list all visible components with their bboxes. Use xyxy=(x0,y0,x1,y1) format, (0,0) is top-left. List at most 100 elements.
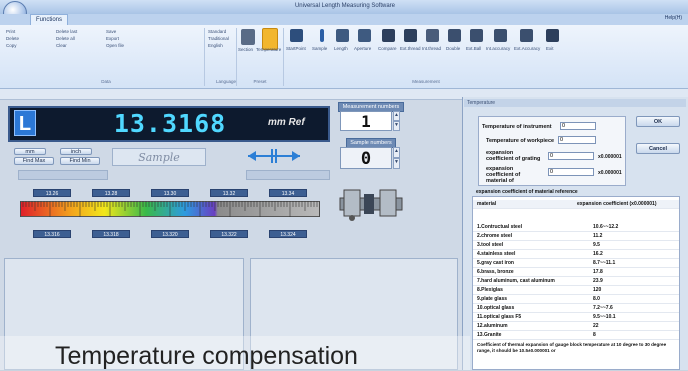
aperture-icon[interactable] xyxy=(358,29,371,42)
int-thread-icon[interactable] xyxy=(426,29,439,42)
copy-button[interactable]: Copy xyxy=(6,43,17,49)
double-label: Double xyxy=(446,46,461,51)
measuring-instrument-image xyxy=(339,189,403,221)
startpoint-label: StartPoint xyxy=(286,46,306,51)
find-max-button[interactable]: Find Max xyxy=(14,157,54,165)
table-row[interactable]: 9.plate glass 8.0 xyxy=(473,295,679,304)
ribbon-group-measurement: StartPoint Sample Length Aperture Compar… xyxy=(286,29,586,84)
readout-unit: mm Ref xyxy=(268,117,305,128)
lang-traditional-button[interactable]: Traditional xyxy=(208,36,229,42)
table-row[interactable]: 8.Plexiglas 120 xyxy=(473,286,679,295)
help-menu[interactable]: Help(H) xyxy=(665,15,682,21)
scale-bottom-label: 13.318 xyxy=(92,230,130,238)
ribbon-separator xyxy=(283,28,284,86)
scale-top-label: 13.34 xyxy=(269,189,307,197)
header-material: material xyxy=(477,201,497,207)
caliper-arrows-icon xyxy=(248,149,300,163)
ext-accuracy-icon[interactable] xyxy=(520,29,533,42)
window-title: Universal Length Measuring Software xyxy=(294,3,396,9)
table-row[interactable]: 6.brass, bronze 17.8 xyxy=(473,268,679,277)
length-icon[interactable] xyxy=(336,29,349,42)
material-cell: 11.optical glass F5 xyxy=(477,314,522,320)
length-label: Length xyxy=(334,46,348,51)
coefficient-cell: 8.7~~11.1 xyxy=(593,260,616,266)
scale-bottom-label: 13.322 xyxy=(210,230,248,238)
mm-button[interactable]: mm xyxy=(14,148,46,155)
ext-thread-icon[interactable] xyxy=(404,29,417,42)
startpoint-icon[interactable] xyxy=(290,29,303,42)
table-row[interactable]: 10.optical glass 7.2~~7.6 xyxy=(473,304,679,313)
ok-button[interactable]: OK xyxy=(636,116,680,127)
find-min-button[interactable]: Find Min xyxy=(60,157,100,165)
instrument-temp-input[interactable]: 0 xyxy=(560,122,596,130)
open-file-button[interactable]: Open file xyxy=(106,43,124,49)
clear-button[interactable]: Clear xyxy=(56,43,67,49)
material-cell: 4.stainless steel xyxy=(477,251,516,257)
compare-icon[interactable] xyxy=(382,29,395,42)
lang-english-button[interactable]: English xyxy=(208,43,223,49)
coefficient-cell: 23.9 xyxy=(593,278,603,284)
table-row[interactable]: 3.tool steel 9.5 xyxy=(473,241,679,250)
group-label-data: Data xyxy=(101,79,111,84)
sample-down-spinner[interactable]: ▼ xyxy=(393,158,400,169)
table-row[interactable]: 11.optical glass F5 9.5~~10.1 xyxy=(473,313,679,322)
cancel-button[interactable]: Cancel xyxy=(636,143,680,154)
material-cell: 3.tool steel xyxy=(477,242,504,248)
measurement-up-spinner[interactable]: ▲ xyxy=(393,111,400,121)
coefficient-cell: 8 xyxy=(593,332,596,338)
status-field-left xyxy=(18,170,108,180)
ext-accuracy-label: Ext.Accuracy xyxy=(514,46,541,51)
scale-top-label: 13.30 xyxy=(151,189,189,197)
material-cell: 12.aluminum xyxy=(477,323,508,329)
delete-button[interactable]: Delete xyxy=(6,36,19,42)
table-row[interactable]: 5.gray cast iron 8.7~~11.1 xyxy=(473,259,679,268)
sample-up-spinner[interactable]: ▲ xyxy=(393,147,400,158)
measurement-number-field[interactable]: 1 xyxy=(340,111,392,131)
material-coef-input[interactable]: 0 xyxy=(548,168,594,176)
table-row[interactable]: 2.chrome steel 11.2 xyxy=(473,232,679,241)
ribbon-separator xyxy=(236,28,237,86)
sample-icon[interactable] xyxy=(320,29,324,42)
group-label-language: Language xyxy=(215,79,237,84)
sample-number-field[interactable]: 0 xyxy=(340,147,392,169)
lang-standard-button[interactable]: Standard xyxy=(208,29,226,35)
delete-all-button[interactable]: Delete all xyxy=(56,36,75,42)
status-field-right xyxy=(246,170,330,180)
table-row[interactable]: 7.hard aluminum, cast aluminum 23.9 xyxy=(473,277,679,286)
header-coefficient: expansion coefficient (x0.000001) xyxy=(577,201,657,207)
coefficient-cell: 9.5 xyxy=(593,242,600,248)
aperture-label: Aperture xyxy=(354,46,372,51)
scale-top-label: 13.28 xyxy=(92,189,130,197)
group-label-measurement: Measurement xyxy=(412,79,440,84)
table-row[interactable]: 4.stainless steel 16.2 xyxy=(473,250,679,259)
delete-last-button[interactable]: Delete last xyxy=(56,29,77,35)
scale-bottom-label: 13.316 xyxy=(33,230,71,238)
ribbon-tab-strip xyxy=(0,14,688,25)
tab-functions[interactable]: Functions xyxy=(30,14,68,25)
ext-ball-icon[interactable] xyxy=(470,29,483,42)
caption-text: Temperature compensation xyxy=(55,342,358,370)
export-button[interactable]: Export xyxy=(106,36,119,42)
table-row[interactable]: 1.Contructual steel 10.6~~12.2 xyxy=(473,223,679,232)
double-icon[interactable] xyxy=(448,29,461,42)
workpiece-temp-input[interactable]: 0 xyxy=(558,136,596,144)
save-button[interactable]: Save xyxy=(106,29,116,35)
exit-label: Exit xyxy=(546,46,554,51)
grating-coef-input[interactable]: 0 xyxy=(548,152,594,160)
material-coef-label: expansion coefficient of material of xyxy=(486,166,521,184)
int-accuracy-icon[interactable] xyxy=(494,29,507,42)
scale-top-label: 13.32 xyxy=(210,189,248,197)
table-header: material expansion coefficient (x0.00000… xyxy=(473,200,679,209)
int-thread-label: Int.thread xyxy=(422,46,442,51)
group-label-preset: Preset xyxy=(253,79,267,84)
exit-icon[interactable] xyxy=(546,29,559,42)
print-button[interactable]: Print xyxy=(6,29,15,35)
section-icon[interactable] xyxy=(241,29,255,45)
table-row[interactable]: 12.aluminum 22 xyxy=(473,322,679,331)
table-row[interactable]: 13.Granite 8 xyxy=(473,331,679,340)
measurement-down-spinner[interactable]: ▼ xyxy=(393,121,400,131)
int-accuracy-label: Int.accuracy xyxy=(486,46,511,51)
inch-button[interactable]: inch xyxy=(60,148,92,155)
ext-ball-label: Ext.Ball xyxy=(466,46,482,51)
reference-note: Coefficient of thermal expansion of gaug… xyxy=(477,342,667,353)
